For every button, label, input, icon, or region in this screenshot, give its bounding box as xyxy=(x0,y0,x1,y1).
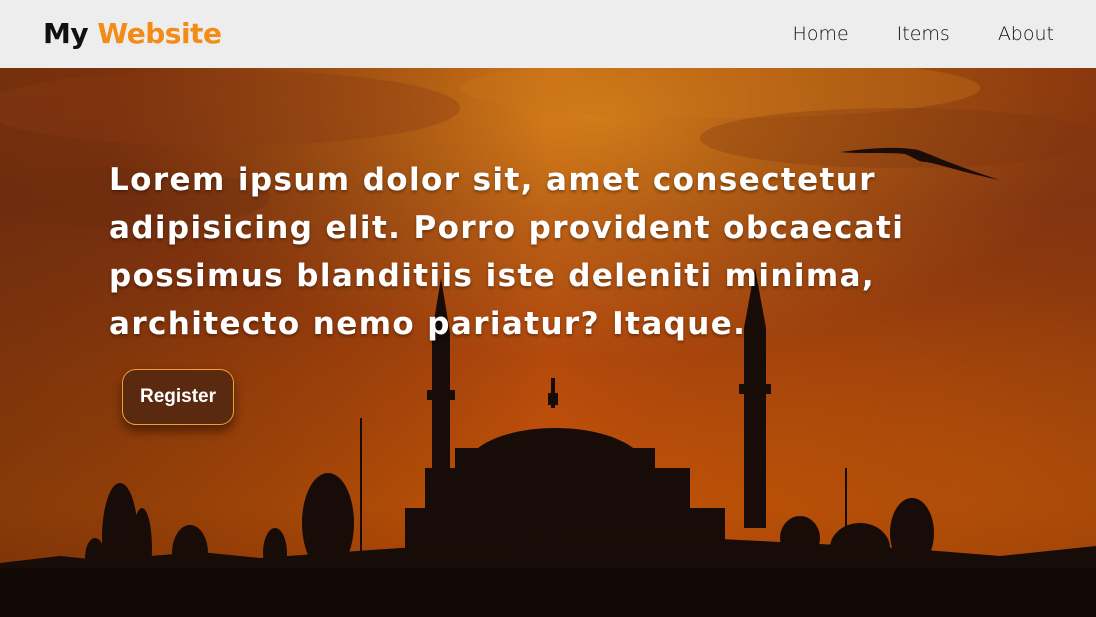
hero-heading: Lorem ipsum dolor sit, amet consectetur … xyxy=(109,162,905,342)
nav-link-about[interactable]: About xyxy=(998,23,1054,45)
navbar: My Website Home Items About xyxy=(0,0,1096,68)
register-button[interactable]: Register xyxy=(122,369,234,425)
nav-link-items[interactable]: Items xyxy=(897,23,950,45)
nav-link-home[interactable]: Home xyxy=(793,23,849,45)
logo-text-website: Website xyxy=(97,17,222,50)
site-logo[interactable]: My Website xyxy=(43,14,222,54)
nav-menu: Home Items About xyxy=(793,0,1054,68)
hero-section: Lorem ipsum dolor sit, amet consectetur … xyxy=(0,68,1096,617)
logo-text-my: My xyxy=(43,17,98,50)
